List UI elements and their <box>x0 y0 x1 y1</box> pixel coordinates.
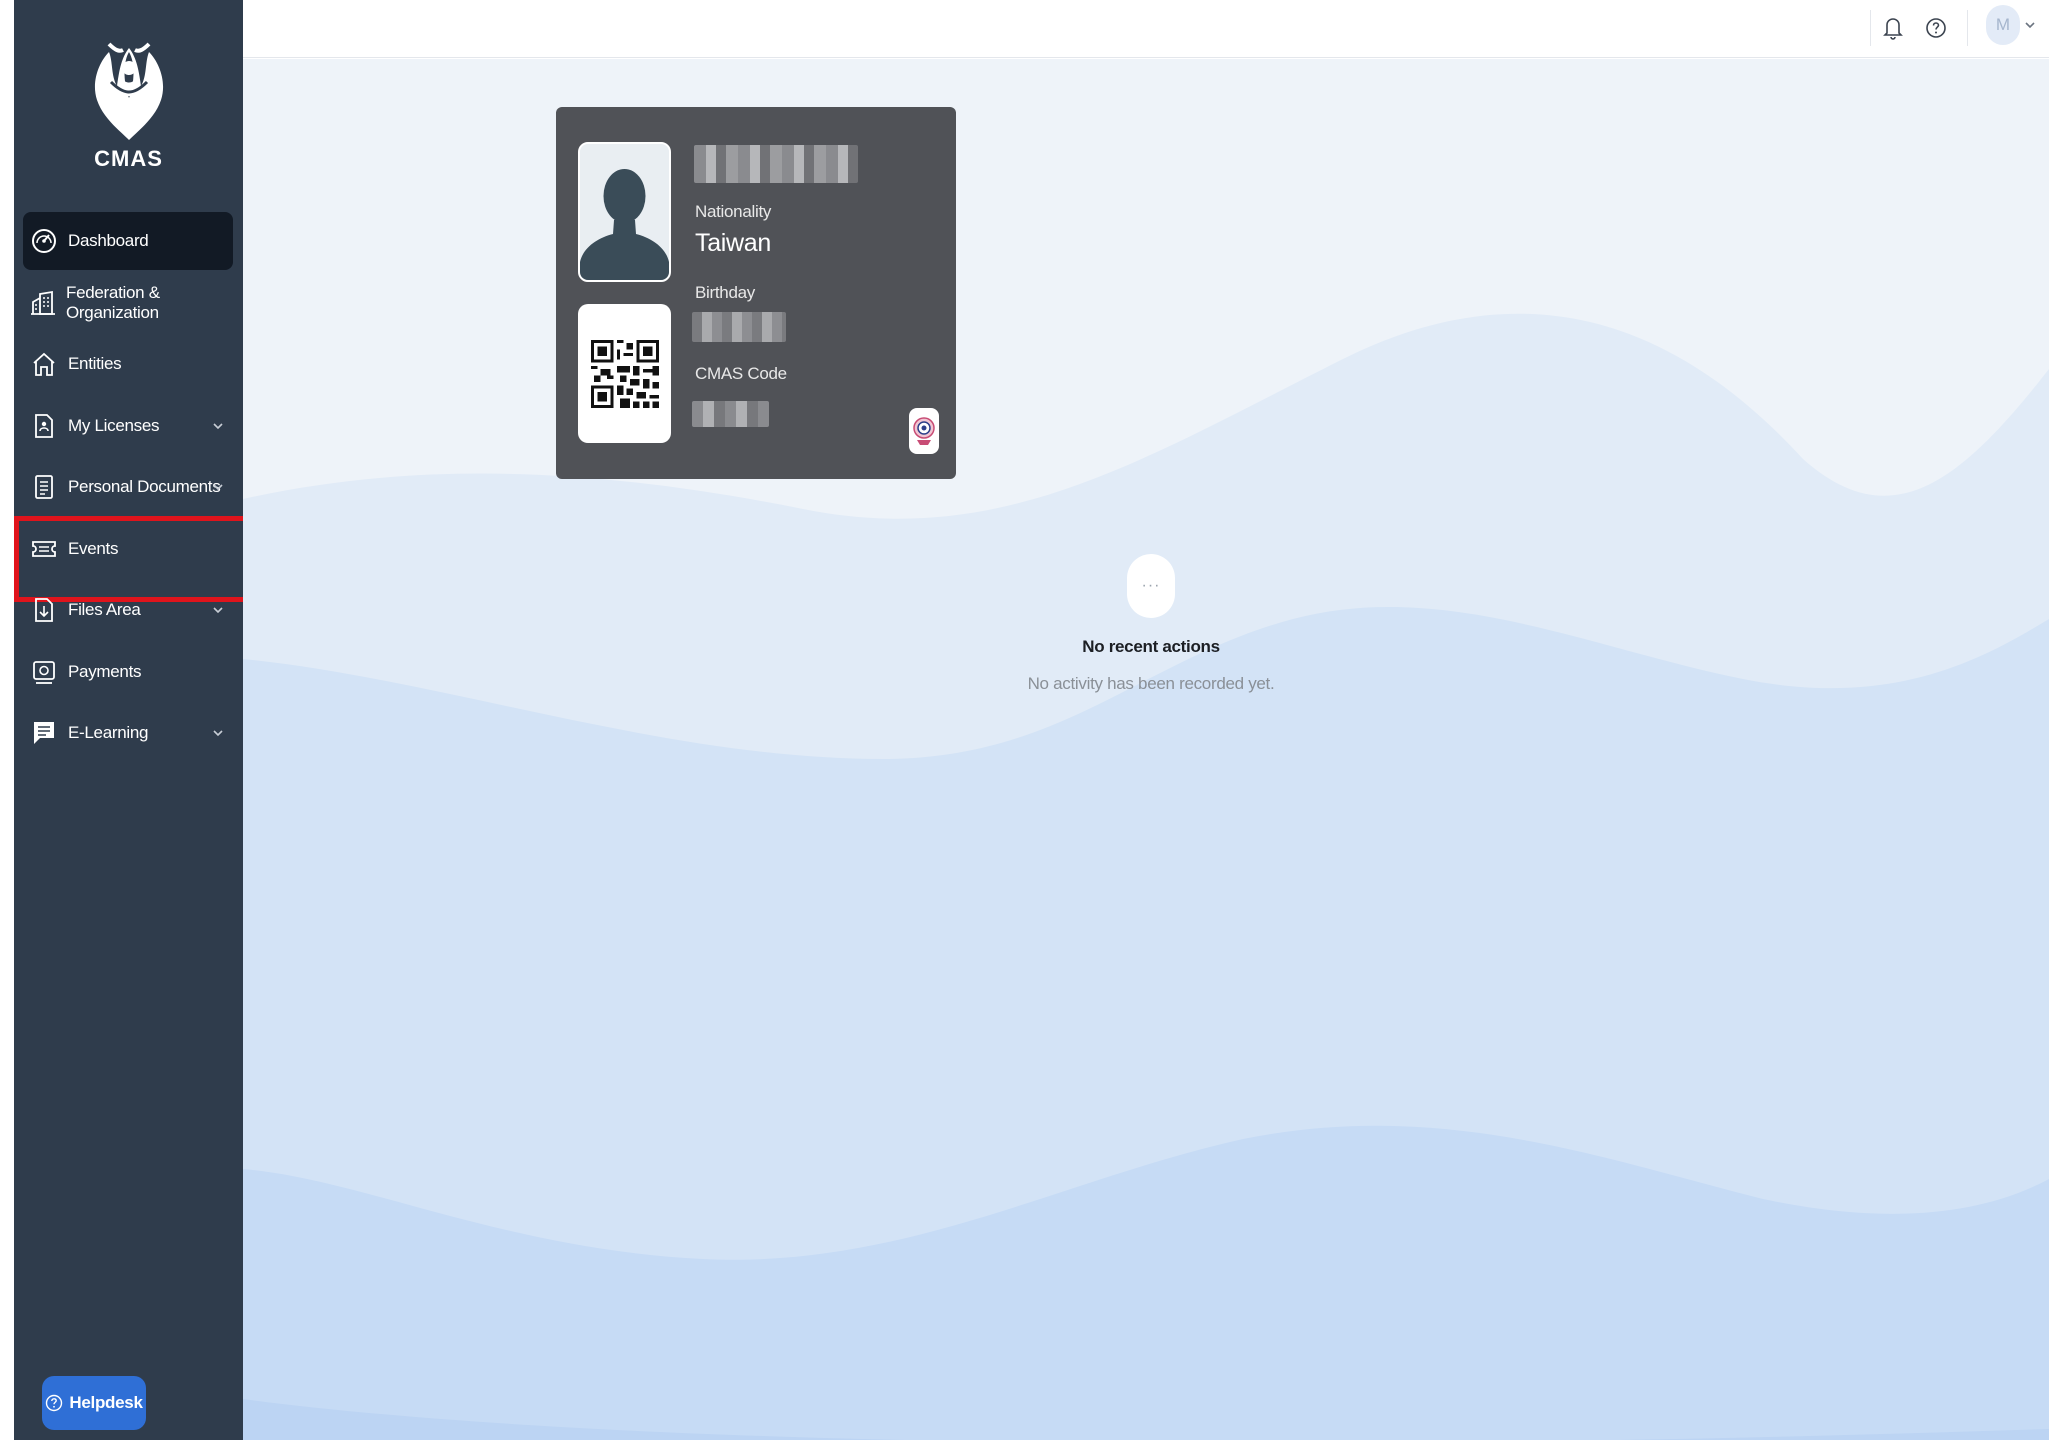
sidebar-item-personal-documents[interactable]: Personal Documents <box>23 458 233 516</box>
empty-state-subtitle: No activity has been recorded yet. <box>1027 674 1275 693</box>
chevron-down-icon[interactable] <box>211 726 225 740</box>
member-id-card: Nationality Taiwan Birthday CMAS Code <box>556 107 956 479</box>
redacted-name <box>694 145 858 183</box>
sidebar-item-label: Payments <box>68 661 142 681</box>
cmas-code-label: CMAS Code <box>695 364 787 383</box>
logo-text: CMAS <box>94 146 163 171</box>
chevron-down-icon[interactable] <box>211 603 225 617</box>
cmas-emblem-icon <box>94 42 163 140</box>
cmas-logo[interactable]: CMAS <box>14 22 243 177</box>
birthday-label: Birthday <box>695 283 755 302</box>
chevron-down-icon[interactable] <box>211 419 225 433</box>
sidebar-item-files-area[interactable]: Files Area <box>23 581 233 639</box>
sidebar-item-label: Events <box>68 538 119 558</box>
sidebar-item-my-licenses[interactable]: My Licenses <box>23 397 233 455</box>
app-root: CMAS Dashboard Federation & Organization <box>0 0 2049 1440</box>
topbar-divider <box>1967 10 1968 46</box>
chevron-down-icon[interactable] <box>2023 18 2037 32</box>
more-dots-icon: ··· <box>1127 554 1175 618</box>
left-edge-strip <box>0 0 14 1440</box>
question-circle-icon <box>46 1394 63 1412</box>
federation-emblem-icon <box>913 417 935 445</box>
sidebar: CMAS Dashboard Federation & Organization <box>14 0 270 1440</box>
question-circle-icon <box>1926 18 1946 38</box>
redacted-cmas-code <box>692 401 769 427</box>
notifications-button[interactable] <box>1875 10 1911 46</box>
building-icon <box>30 289 56 317</box>
bell-icon <box>1883 18 1903 40</box>
sidebar-item-label: Federation & Organization <box>66 282 160 322</box>
sidebar-item-e-learning[interactable]: E-Learning <box>23 704 233 762</box>
qr-code[interactable] <box>578 304 671 443</box>
home-icon <box>30 350 58 378</box>
background-waves <box>243 313 2049 1440</box>
sidebar-item-events[interactable]: Events <box>14 515 270 602</box>
ticket-icon <box>30 535 58 563</box>
sidebar-item-dashboard[interactable]: Dashboard <box>23 212 233 270</box>
sidebar-item-label: Dashboard <box>68 231 149 250</box>
user-avatar[interactable]: M <box>1986 5 2020 45</box>
profile-photo <box>578 142 671 282</box>
speedometer-icon <box>30 227 58 255</box>
sidebar-nav: Dashboard Federation & Organization Enti… <box>14 212 270 766</box>
redacted-birthday <box>692 312 786 342</box>
user-silhouette-icon <box>580 144 669 280</box>
document-icon <box>30 473 58 501</box>
main-content: Nationality Taiwan Birthday CMAS Code ··… <box>243 59 2049 1440</box>
qr-code-icon <box>590 339 659 408</box>
sidebar-item-federation-organization[interactable]: Federation & Organization <box>23 274 233 332</box>
empty-state-title: No recent actions <box>1082 637 1220 656</box>
file-download-icon <box>30 596 58 624</box>
recent-activity-empty-state: ··· No recent actions No activity has be… <box>555 507 1763 747</box>
sidebar-item-label: E-Learning <box>68 723 149 742</box>
sidebar-item-label: My Licenses <box>68 415 160 435</box>
sidebar-item-label: Personal Documents <box>68 477 221 496</box>
help-button[interactable] <box>1918 10 1954 46</box>
nationality-label: Nationality <box>695 202 772 221</box>
license-icon <box>30 412 58 440</box>
helpdesk-label: Helpdesk <box>69 1393 143 1412</box>
sidebar-item-payments[interactable]: Payments <box>23 643 233 701</box>
sidebar-item-label: Files Area <box>68 600 141 619</box>
helpdesk-button[interactable]: Helpdesk <box>42 1376 146 1430</box>
topbar-divider <box>1870 10 1871 46</box>
sidebar-item-entities[interactable]: Entities <box>23 335 233 393</box>
sidebar-item-label: Entities <box>68 354 122 373</box>
nationality-value: Taiwan <box>695 229 772 257</box>
federation-logo <box>909 408 939 454</box>
payment-icon <box>30 658 58 686</box>
chevron-down-icon[interactable] <box>211 480 225 494</box>
chat-lines-icon <box>30 719 58 747</box>
topbar: M <box>243 0 2049 58</box>
